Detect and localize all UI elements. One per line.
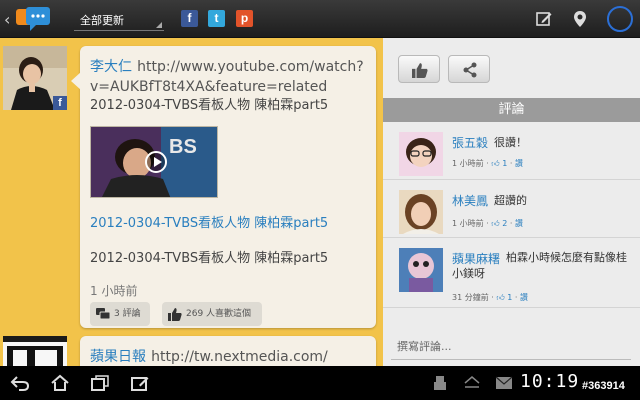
facebook-icon[interactable]: f [181, 10, 198, 27]
like-button[interactable] [398, 55, 440, 83]
clock[interactable]: 10:19 [520, 371, 579, 392]
commenter-photo [399, 190, 443, 234]
twitter-icon[interactable]: t [208, 10, 225, 27]
chat-bubble-app-icon[interactable] [14, 5, 52, 33]
back-chevron-icon[interactable]: ‹ [4, 10, 10, 29]
facebook-badge-icon: f [53, 96, 67, 110]
feed-filter-label: 全部更新 [80, 14, 124, 27]
share-icon [463, 62, 477, 78]
screenshot-icon[interactable] [130, 374, 150, 392]
comment-time: 1 小時前 [452, 159, 484, 168]
comment-meta: 1 小時前 · 👍︎ 2 · 讚 [452, 219, 523, 228]
comment-like-count: 1 [507, 293, 513, 302]
thumbs-up-icon: 👍︎ [496, 293, 505, 302]
email-notification-icon [495, 376, 513, 389]
share-button[interactable] [448, 55, 490, 83]
comment-meta: 1 小時前 · 👍︎ 1 · 讚 [452, 159, 523, 168]
post-author-avatar[interactable] [3, 336, 67, 366]
post-url[interactable]: http://tw.nextmedia.com/ [151, 349, 328, 365]
post-card[interactable]: 蘋果日報 http://tw.nextmedia.com/ [80, 336, 376, 366]
post-author-name[interactable]: 蘋果日報 [90, 349, 146, 365]
plurk-icon[interactable]: p [236, 10, 253, 27]
comment-like-link[interactable]: 讚 [520, 293, 528, 302]
commenter-avatar[interactable] [399, 190, 443, 234]
watermark-text: #363914 [582, 380, 625, 392]
home-icon[interactable] [50, 374, 70, 392]
commenter-name[interactable]: 張五穀 [452, 134, 488, 151]
usb-debug-icon [434, 376, 446, 390]
compose-icon[interactable] [535, 10, 553, 28]
dropdown-caret-icon [156, 22, 162, 28]
comment-like-count: 2 [502, 219, 508, 228]
location-pin-icon[interactable] [571, 10, 589, 28]
commenter-photo [399, 248, 443, 292]
commenter-avatar[interactable] [399, 132, 443, 176]
card-pointer [71, 72, 81, 90]
comment-item[interactable]: 林美鳳 超讚的 1 小時前 · 👍︎ 2 · 讚 [383, 182, 640, 238]
video-thumbnail[interactable]: BS [90, 126, 218, 198]
comment-text: 柏霖小時候怎麼有點像桂小鎂呀 [452, 251, 627, 280]
comments-count: 3 評論 [114, 309, 141, 319]
thumbs-up-icon: 👍︎ [491, 219, 500, 228]
post-card[interactable]: 李大仁 http://www.youtube.com/watch?v=AUKBf… [71, 46, 376, 328]
comment-meta: 31 分鐘前 · 👍︎ 1 · 讚 [452, 293, 529, 302]
comments-button[interactable]: 3 評論 [90, 302, 150, 326]
thumbs-up-icon: 👍︎ [491, 159, 500, 168]
back-icon[interactable] [10, 374, 30, 392]
svg-text:BS: BS [169, 136, 197, 158]
comment-like-count: 1 [502, 159, 508, 168]
comment-item[interactable]: 張五穀 很讚！ 1 小時前 · 👍︎ 1 · 讚 [383, 124, 640, 180]
loading-ring-icon [607, 6, 633, 32]
post-author-name[interactable]: 李大仁 [90, 59, 132, 75]
commenter-photo [399, 132, 443, 176]
post-url[interactable]: http://www.youtube.com/watch?v=AUKBfT8t4… [90, 59, 364, 95]
comment-like-link[interactable]: 讚 [515, 159, 523, 168]
system-bar: 10:19 #363914 [0, 366, 640, 400]
sync-icon [464, 376, 480, 388]
comment-text: 超讚的 [494, 194, 527, 207]
comment-item[interactable]: 蘋果麻糬 柏霖小時候怎麼有點像桂小鎂呀 31 分鐘前 · 👍︎ 1 · 讚 [383, 240, 640, 308]
commenter-name[interactable]: 林美鳳 [452, 192, 488, 209]
comments-header: 評論 [383, 98, 640, 122]
post-title: 2012-0304-TVBS看板人物 陳柏霖part5 [90, 98, 329, 113]
likes-button[interactable]: 269 人喜歡這個 [162, 302, 262, 326]
apple-daily-logo [3, 336, 67, 366]
feed-filter-dropdown[interactable]: 全部更新 [74, 9, 164, 31]
comment-bubbles-icon [96, 308, 110, 320]
comment-time: 31 分鐘前 [452, 293, 489, 302]
play-icon[interactable] [145, 151, 167, 173]
compose-comment-input[interactable]: 撰寫評論... [391, 334, 631, 360]
comment-text: 很讚！ [494, 136, 527, 149]
post-author-avatar[interactable]: f [3, 46, 67, 110]
thumbs-up-icon [168, 308, 182, 321]
likes-count: 269 人喜歡這個 [186, 309, 252, 319]
comment-time: 1 小時前 [452, 219, 484, 228]
commenter-avatar[interactable] [399, 248, 443, 292]
video-description: 2012-0304-TVBS看板人物 陳柏霖part5 [90, 251, 329, 266]
post-timestamp: 1 小時前 [90, 284, 138, 298]
comments-panel: 評論 張五穀 很讚！ 1 小時前 · 👍︎ 1 · 讚 林美鳳 超讚的 1 小時… [383, 38, 640, 366]
thumbs-up-icon [412, 63, 428, 78]
comment-like-link[interactable]: 讚 [515, 219, 523, 228]
recent-apps-icon[interactable] [90, 374, 110, 392]
action-bar: ‹ 全部更新 f t p [0, 0, 640, 38]
video-title-link[interactable]: 2012-0304-TVBS看板人物 陳柏霖part5 [90, 212, 328, 231]
feed-list[interactable]: f 李大仁 http://www.youtube.com/watch?v=AUK… [0, 38, 382, 366]
